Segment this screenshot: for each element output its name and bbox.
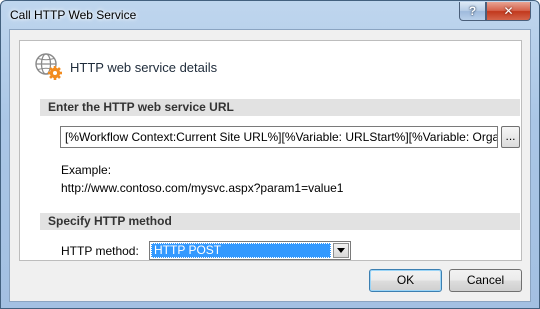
- help-button[interactable]: ?: [459, 2, 486, 21]
- close-button[interactable]: ✕: [486, 2, 531, 21]
- dialog-window: Call HTTP Web Service ? ✕ HTTP web servi…: [0, 0, 540, 309]
- chevron-down-icon: [337, 248, 345, 253]
- method-section-header: Specify HTTP method: [40, 213, 520, 230]
- title-bar[interactable]: Call HTTP Web Service ? ✕: [1, 1, 539, 29]
- details-panel: HTTP web service details Enter the HTTP …: [19, 40, 522, 261]
- url-section-header: Enter the HTTP web service URL: [40, 99, 520, 116]
- example-url: http://www.contoso.com/mysvc.aspx?param1…: [61, 181, 344, 195]
- ok-button[interactable]: OK: [369, 269, 442, 292]
- cancel-button[interactable]: Cancel: [449, 269, 522, 292]
- dropdown-button[interactable]: [333, 243, 349, 258]
- url-input[interactable]: [%Workflow Context:Current Site URL%][%V…: [60, 126, 498, 148]
- http-method-value: HTTP POST: [151, 243, 331, 258]
- http-method-select[interactable]: HTTP POST: [149, 241, 351, 260]
- http-method-label: HTTP method:: [61, 244, 139, 258]
- globe-gear-icon: [35, 53, 62, 80]
- dialog-body: HTTP web service details Enter the HTTP …: [9, 29, 531, 302]
- window-title: Call HTTP Web Service: [10, 8, 137, 22]
- example-label: Example:: [61, 163, 112, 177]
- panel-title: HTTP web service details: [70, 60, 218, 75]
- help-icon: ?: [468, 4, 477, 18]
- browse-button[interactable]: ...: [501, 126, 520, 148]
- close-icon: ✕: [503, 4, 514, 18]
